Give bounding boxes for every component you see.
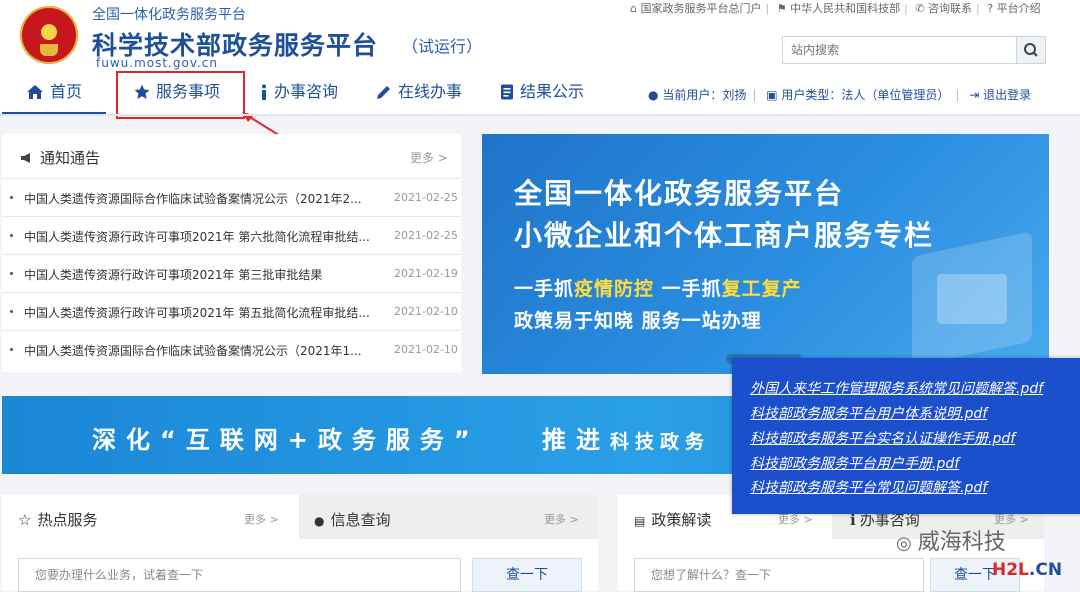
banner-line-1: 全国一体化政务服务平台 xyxy=(514,177,845,210)
document-icon xyxy=(501,84,513,100)
wechat-icon: ◎ xyxy=(896,533,912,554)
notice-item[interactable]: 中国人类遗传资源国际合作临床试验备案情况公示（2021年2... 2021-02-… xyxy=(2,178,461,216)
trial-label: （试运行） xyxy=(402,37,483,56)
user-type: 用户类型：法人（单位管理员） xyxy=(781,88,950,102)
hot-more-link[interactable]: 更多 > xyxy=(244,511,279,527)
notice-item[interactable]: 中国人类遗传资源行政许可事项2021年 第六批简化流程审批结... 2021-02… xyxy=(2,216,461,254)
nav-label: 办事咨询 xyxy=(274,82,339,101)
policy-search-input[interactable]: 您想了解什么？查一下 xyxy=(634,558,924,592)
notice-title: 通知通告 xyxy=(20,147,100,168)
national-emblem-logo xyxy=(20,6,78,64)
star-outline-icon: ☆ xyxy=(18,511,32,529)
home-portal-icon: ⌂ xyxy=(630,2,637,15)
banner-illustration-screen xyxy=(937,274,1007,324)
home-icon xyxy=(26,85,43,99)
nav-label: 在线办事 xyxy=(398,82,463,101)
pdf-link-user-manual[interactable]: 科技部政务服务平台用户手册.pdf xyxy=(750,453,959,473)
nav-label: 首页 xyxy=(49,82,82,101)
notice-list: 中国人类遗传资源国际合作临床试验备案情况公示（2021年2... 2021-02-… xyxy=(2,178,461,368)
site-search xyxy=(782,36,1046,64)
banner-line-2: 小微企业和个体工商户服务专栏 xyxy=(514,219,935,252)
id-card-icon: ▣ xyxy=(766,88,778,102)
pdf-link-foreigner-faq[interactable]: 外国人来华工作管理服务系统常见问题解答.pdf xyxy=(750,378,1043,398)
tab-hot-services[interactable]: ☆ 热点服务 xyxy=(18,509,97,530)
tab-info-query[interactable]: ● 信息查询 xyxy=(314,509,391,530)
notice-more-link[interactable]: 更多 > xyxy=(410,149,448,166)
doc-icon: ▤ xyxy=(634,514,646,528)
wechat-watermark: ◎ 威海科技 xyxy=(896,530,1006,555)
user-icon: ● xyxy=(648,88,659,102)
site-domain: fuwu.most.gov.cn xyxy=(96,56,219,70)
nav-divider xyxy=(0,114,1080,116)
brand-watermark: H2L.CN xyxy=(992,560,1063,580)
nav-item-results[interactable]: 结果公示 xyxy=(500,74,584,112)
user-bar: ● 当前用户：刘扬 | ▣ 用户类型：法人（单位管理员） | ⇥ 退出登录 xyxy=(648,86,1032,103)
nav-item-online[interactable]: 在线办事 xyxy=(376,74,462,112)
search-icon xyxy=(1024,43,1038,57)
info-more-link[interactable]: 更多 > xyxy=(544,511,579,527)
site-subtitle: 全国一体化政务服务平台 xyxy=(92,7,246,23)
slogan-text-2: 推进科技政务 xyxy=(542,426,711,454)
bulb-icon: ● xyxy=(314,514,325,528)
pdf-link-user-system[interactable]: 科技部政务服务平台用户体系说明.pdf xyxy=(750,403,987,423)
banner-line-3: 一手抓疫情防控 一手抓复工复产 xyxy=(514,278,802,300)
notice-item[interactable]: 中国人类遗传资源行政许可事项2021年 第三批审批结果 2021-02-19 xyxy=(2,254,461,292)
nav-item-home[interactable]: 首页 xyxy=(2,74,106,115)
service-search-input[interactable]: 您要办理什么业务，试着查一下 xyxy=(18,558,461,592)
top-links: ⌂ 国家政务服务平台总门户 | ⚑ 中华人民共和国科技部 | ✆ 咨询联系 | ? 平… xyxy=(630,0,1041,16)
pdf-link-popup: 外国人来华工作管理服务系统常见问题解答.pdf 科技部政务服务平台用户体系说明.… xyxy=(732,358,1080,514)
notice-item[interactable]: 中国人类遗传资源国际合作临床试验备案情况公示（2021年1... 2021-02-… xyxy=(2,330,461,368)
top-link-most[interactable]: 中华人民共和国科技部 xyxy=(790,0,900,16)
current-user: 当前用户：刘扬 xyxy=(662,88,747,102)
phone-icon: ✆ xyxy=(915,2,925,15)
nav-item-consult[interactable]: 办事咨询 xyxy=(260,74,338,112)
highlight-box xyxy=(116,71,245,119)
top-link-portal[interactable]: 国家政务服务平台总门户 xyxy=(640,0,761,16)
logout-link[interactable]: 退出登录 xyxy=(983,86,1031,103)
banner-line-4: 政策易于知晓 服务一站办理 xyxy=(514,310,762,332)
promo-banner[interactable]: 全国一体化政务服务平台 小微企业和个体工商户服务专栏 一手抓疫情防控 一手抓复工… xyxy=(482,134,1049,374)
info-icon xyxy=(262,84,266,100)
top-link-contact[interactable]: 咨询联系 xyxy=(928,0,972,16)
tab-policy[interactable]: ▤ 政策解读 xyxy=(634,509,711,530)
service-search-button[interactable]: 查一下 xyxy=(472,558,582,592)
slogan-text-1: 深化“互联网+政务服务” xyxy=(92,426,480,454)
pdf-link-realname-manual[interactable]: 科技部政务服务平台实名认证操作手册.pdf xyxy=(750,428,1015,448)
nav-label: 结果公示 xyxy=(520,82,585,101)
flag-icon: ⚑ xyxy=(776,2,787,15)
logout-icon: ⇥ xyxy=(969,88,980,102)
pencil-icon xyxy=(377,86,390,99)
search-input[interactable] xyxy=(783,37,1033,63)
top-link-about[interactable]: 平台介绍 xyxy=(997,0,1041,16)
search-button[interactable] xyxy=(1016,37,1045,63)
notice-panel: 通知通告 更多 > 中国人类遗传资源国际合作临床试验备案情况公示（2021年2.… xyxy=(2,134,461,372)
notice-item[interactable]: 中国人类遗传资源行政许可事项2021年 第五批简化流程审批结... 2021-02… xyxy=(2,292,461,330)
question-icon: ? xyxy=(987,2,994,15)
pdf-link-faq[interactable]: 科技部政务服务平台常见问题解答.pdf xyxy=(750,477,987,497)
megaphone-icon xyxy=(21,153,30,163)
